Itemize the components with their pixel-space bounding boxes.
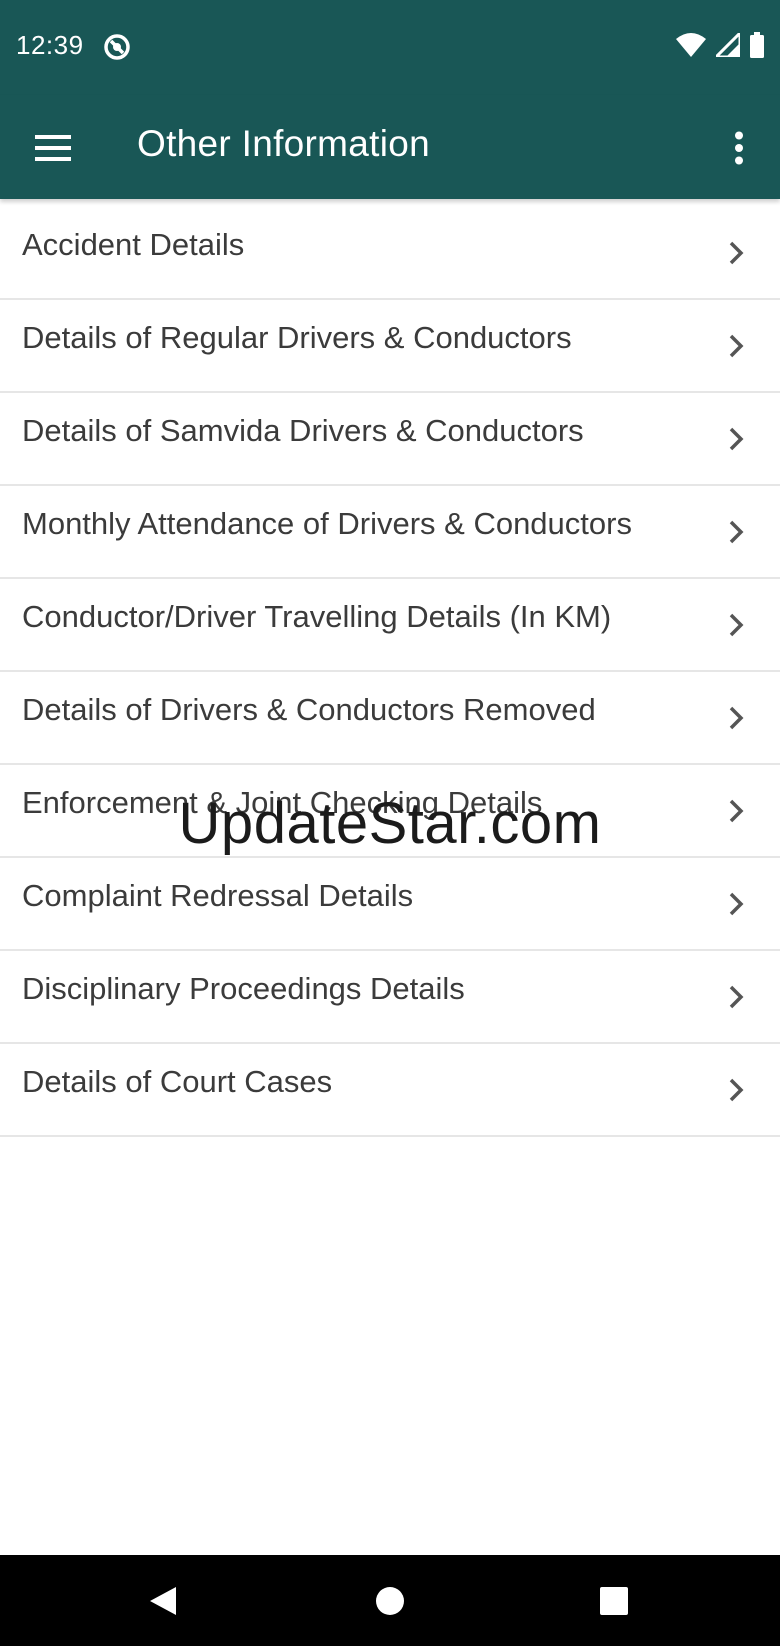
chevron-right-icon: [729, 706, 744, 730]
hamburger-menu-icon[interactable]: [22, 117, 84, 179]
list-item-complaint-redressal[interactable]: Complaint Redressal Details: [0, 858, 780, 951]
home-icon[interactable]: [362, 1573, 418, 1629]
sync-icon: [102, 32, 132, 62]
list-item-court-cases[interactable]: Details of Court Cases: [0, 1044, 780, 1137]
signal-icon: [712, 28, 742, 62]
list-item-label: Monthly Attendance of Drivers & Conducto…: [22, 506, 632, 541]
list-item-monthly-attendance[interactable]: Monthly Attendance of Drivers & Conducto…: [0, 486, 780, 579]
chevron-right-icon: [729, 1078, 744, 1102]
chevron-right-icon: [729, 985, 744, 1009]
list-item-regular-drivers[interactable]: Details of Regular Drivers & Conductors: [0, 300, 780, 393]
list-item-label: Disciplinary Proceedings Details: [22, 971, 465, 1006]
recents-icon[interactable]: [586, 1573, 642, 1629]
chevron-right-icon: [729, 613, 744, 637]
chevron-right-icon: [729, 334, 744, 358]
list-item-samvida-drivers[interactable]: Details of Samvida Drivers & Conductors: [0, 393, 780, 486]
list-item-label: Details of Regular Drivers & Conductors: [22, 320, 572, 355]
app-bar: Other Information: [0, 95, 780, 199]
status-bar: 12:39: [0, 0, 780, 95]
list-item-drivers-removed[interactable]: Details of Drivers & Conductors Removed: [0, 672, 780, 765]
list-item-label: Enforcement & Joint Checking Details: [22, 785, 543, 820]
chevron-right-icon: [729, 799, 744, 823]
battery-icon: [750, 31, 764, 63]
list-item-enforcement-checking[interactable]: Enforcement & Joint Checking Details: [0, 765, 780, 858]
list-item-accident-details[interactable]: Accident Details: [0, 207, 780, 300]
page-title: Other Information: [137, 123, 431, 164]
list-item-label: Details of Court Cases: [22, 1064, 333, 1099]
chevron-right-icon: [729, 892, 744, 916]
more-vert-icon[interactable]: [714, 117, 764, 179]
wifi-icon: [676, 32, 706, 62]
list-item-label: Conductor/Driver Travelling Details (In …: [22, 599, 612, 634]
info-list: Accident Details Details of Regular Driv…: [0, 207, 780, 1137]
list-item-label: Details of Samvida Drivers & Conductors: [22, 413, 584, 448]
chevron-right-icon: [729, 427, 744, 451]
list-item-disciplinary-proceedings[interactable]: Disciplinary Proceedings Details: [0, 951, 780, 1044]
back-icon[interactable]: [135, 1573, 191, 1629]
chevron-right-icon: [729, 241, 744, 265]
list-item-travelling-details[interactable]: Conductor/Driver Travelling Details (In …: [0, 579, 780, 672]
list-item-label: Accident Details: [22, 227, 245, 262]
system-nav-bar: [0, 1555, 780, 1646]
list-item-label: Complaint Redressal Details: [22, 878, 414, 913]
list-item-label: Details of Drivers & Conductors Removed: [22, 692, 596, 727]
status-time: 12:39: [16, 30, 84, 60]
chevron-right-icon: [729, 520, 744, 544]
status-icons: [676, 28, 764, 63]
